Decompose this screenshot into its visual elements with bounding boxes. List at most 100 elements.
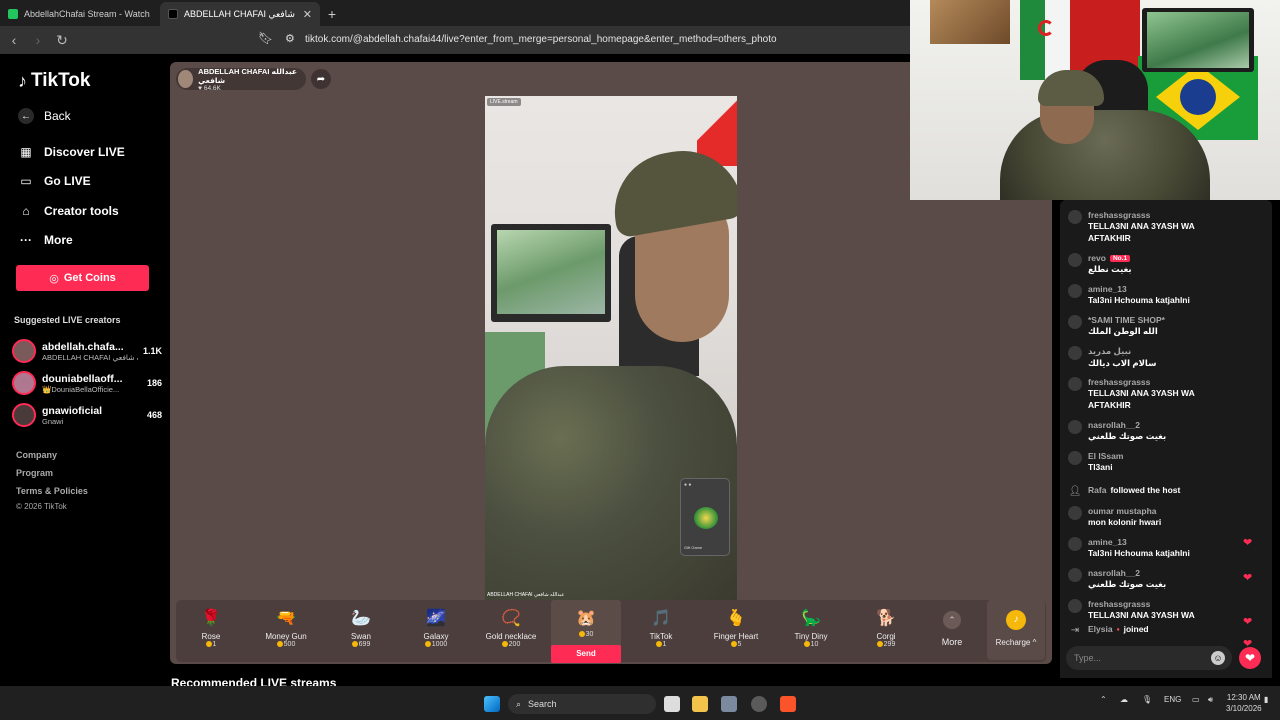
camera-app-icon[interactable]: [721, 696, 737, 712]
nav-creator-tools[interactable]: ⌂ Creator tools: [18, 203, 119, 219]
gift-price: 1: [176, 641, 246, 648]
gift-item[interactable]: 🐕 Corgi 299: [851, 600, 921, 662]
tray-chevron-icon[interactable]: ⌃: [1100, 695, 1107, 704]
notification-icon[interactable]: ▮: [1264, 695, 1268, 704]
avatar[interactable]: [1068, 210, 1082, 224]
avatar[interactable]: [1068, 599, 1082, 613]
forward-arrow-icon[interactable]: ›: [28, 30, 48, 50]
display-icon[interactable]: ▭: [1192, 695, 1200, 704]
chat-user[interactable]: freshassgrasss: [1088, 210, 1150, 220]
gift-item[interactable]: 🔫 Money Gun 500: [251, 600, 321, 662]
avatar[interactable]: [1068, 568, 1082, 582]
suggested-creator[interactable]: gnawioficial Gnawi 468: [12, 401, 162, 429]
avatar[interactable]: [1068, 420, 1082, 434]
creator-subtitle: Gnawi: [42, 416, 64, 426]
coin-icon: [424, 641, 431, 648]
chat-user[interactable]: freshassgrasss: [1088, 599, 1150, 609]
cloud-icon[interactable]: ☁: [1120, 695, 1128, 704]
task-view-icon[interactable]: [664, 696, 680, 712]
avatar[interactable]: [1068, 451, 1082, 465]
emoji-icon[interactable]: ☺: [1211, 651, 1225, 665]
nav-label: Creator tools: [44, 204, 119, 218]
site-info-icon[interactable]: ⚙︎: [285, 32, 295, 45]
chat-user[interactable]: freshassgrasss: [1088, 377, 1150, 387]
suggested-creator[interactable]: abdellah.chafa... ABDELLAH CHAFAI عبدالل…: [12, 337, 162, 365]
chat-user[interactable]: revo: [1088, 253, 1106, 263]
gift-item[interactable]: 🦢 Swan 699: [326, 600, 396, 662]
file-explorer-icon[interactable]: [692, 696, 708, 712]
host-info[interactable]: ABDELLAH CHAFAI عبدالله شافعي ♥ 64.6K: [176, 67, 306, 92]
chat-user[interactable]: Elysia: [1088, 624, 1113, 634]
chat-user[interactable]: نبيل مدريد: [1088, 346, 1131, 357]
chat-text: TELLA3NI ANA 3YASH WA AFTAKHIR: [1088, 221, 1195, 243]
language-indicator[interactable]: ENG: [1164, 695, 1181, 704]
get-coins-button[interactable]: ◎ Get Coins: [16, 265, 149, 291]
webcam-person-body: [1000, 110, 1210, 200]
browser-tab-bar: AbdellahChafai Stream - Watch Live ... A…: [0, 0, 910, 26]
chat-user[interactable]: Rafa: [1088, 485, 1106, 495]
gift-item[interactable]: 🫰 Finger Heart 5: [701, 600, 771, 662]
creator-name: douniabellaoff...: [42, 372, 123, 385]
nav-discover-live[interactable]: ▦ Discover LIVE: [18, 144, 124, 160]
footer-link-company[interactable]: Company: [16, 450, 57, 460]
avatar[interactable]: [1068, 284, 1082, 298]
windows-start-icon[interactable]: [484, 696, 500, 712]
chat-user[interactable]: amine_13: [1088, 537, 1127, 547]
reload-icon[interactable]: ↻: [52, 30, 72, 50]
chat-user[interactable]: oumar mustapha: [1088, 506, 1157, 516]
avatar[interactable]: [1068, 377, 1082, 391]
chat-user[interactable]: nasrollah__2: [1088, 568, 1140, 578]
widget-game-icon: [694, 507, 718, 529]
avatar[interactable]: [1068, 537, 1082, 551]
url-field[interactable]: tiktok.com/@abdellah.chafai44/live?enter…: [305, 34, 777, 45]
chat-user[interactable]: amine_13: [1088, 284, 1127, 294]
plus-icon[interactable]: +: [320, 2, 344, 26]
footer-link-terms[interactable]: Terms & Policies: [16, 486, 88, 496]
share-icon[interactable]: ➦: [311, 69, 331, 89]
gift-icon: 🎵: [651, 610, 671, 627]
nav-more[interactable]: ··· More: [18, 232, 73, 248]
live-video[interactable]: LIVE.stream ABDELLAH CHAFAI عبدالله شافع…: [485, 96, 737, 600]
browser-tab-1[interactable]: AbdellahChafai Stream - Watch Live ...: [0, 2, 160, 26]
chat-user[interactable]: nasrollah__2: [1088, 420, 1140, 430]
gift-price: 5: [701, 641, 771, 648]
more-gifts-button[interactable]: ⌃ More: [937, 608, 967, 647]
host-avatar: [178, 70, 194, 88]
coin-icon: ◎: [49, 272, 59, 285]
volume-icon[interactable]: 🔊︎: [1208, 695, 1213, 705]
coin-icon: [655, 641, 662, 648]
brave-browser-icon[interactable]: [780, 696, 796, 712]
chat-user[interactable]: El ISsam: [1088, 451, 1123, 461]
avatar[interactable]: [1068, 253, 1082, 267]
microphone-icon[interactable]: 🎙︎: [1142, 695, 1152, 704]
gift-item[interactable]: 🌌 Galaxy 1000: [401, 600, 471, 662]
gift-game-widget[interactable]: ● ● Gift Game: [680, 478, 730, 556]
send-gift-button[interactable]: Send: [551, 645, 621, 663]
obs-icon[interactable]: [751, 696, 767, 712]
avatar: [12, 371, 36, 395]
suggested-creator[interactable]: douniabellaoff... 👑DouniaBellaOfficie...…: [12, 369, 162, 397]
gift-item[interactable]: 🌹 Rose 1: [176, 600, 246, 662]
gift-item[interactable]: 🦕 Tiny Diny 10: [776, 600, 846, 662]
taskbar-search[interactable]: ⌕ Search: [508, 694, 656, 714]
gift-item[interactable]: 🎵 TikTok 1: [626, 600, 696, 662]
nav-back[interactable]: ← Back: [18, 108, 71, 124]
tiktok-logo[interactable]: ♪ TikTok: [18, 70, 90, 92]
recharge-button[interactable]: ♪ Recharge ^: [987, 600, 1045, 660]
gift-item[interactable]: 📿 Gold necklace 200: [476, 600, 546, 662]
nav-go-live[interactable]: ▭ Go LIVE: [18, 173, 90, 189]
chat-follow-event: 👤︎ Rafa followed the host: [1068, 485, 1268, 497]
like-heart-button[interactable]: ❤: [1239, 647, 1261, 669]
back-arrow-icon[interactable]: ‹: [4, 30, 24, 50]
browser-tab-2[interactable]: ABDELLAH CHAFAI عبدالله شافعي ✕: [160, 2, 320, 26]
taskbar-clock[interactable]: 12:30 AM 3/10/2026: [1226, 692, 1262, 714]
avatar[interactable]: [1068, 506, 1082, 520]
chat-input[interactable]: Type...: [1066, 646, 1232, 670]
footer-link-program[interactable]: Program: [16, 468, 53, 478]
heart-icon: ❤: [1243, 537, 1253, 549]
chat-user[interactable]: *SAMI TIME SHOP*: [1088, 315, 1165, 325]
avatar[interactable]: [1068, 346, 1082, 360]
bookmark-icon[interactable]: 🔖︎: [258, 31, 273, 45]
close-tab-icon[interactable]: ✕: [303, 8, 312, 21]
avatar[interactable]: [1068, 315, 1082, 329]
